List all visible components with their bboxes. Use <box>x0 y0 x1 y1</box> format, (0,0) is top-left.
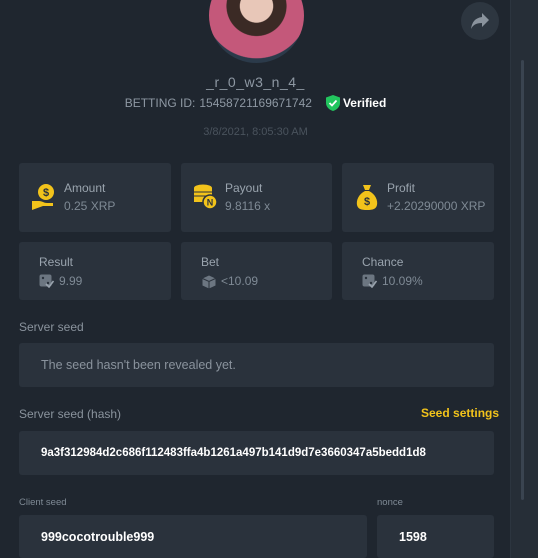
server-seed-label: Server seed <box>19 320 84 334</box>
coin-stack-icon: N <box>194 184 218 210</box>
result-label: Result <box>39 255 74 269</box>
nonce-label: nonce <box>377 497 403 508</box>
svg-text:N: N <box>207 198 214 208</box>
bet-datetime: 3/8/2021, 8:05:30 AM <box>203 126 308 138</box>
avatar <box>209 0 304 63</box>
coin-hand-icon: $ <box>32 184 54 210</box>
result-card: Result 9.99 <box>19 242 171 300</box>
username: _r_0_w3_n_4_ <box>206 74 305 90</box>
betting-id-value: 15458721169671742 <box>199 96 312 110</box>
client-seed-field[interactable]: 999cocotrouble999 <box>19 515 367 558</box>
scrollbar[interactable] <box>510 0 538 558</box>
amount-card: $ Amount 0.25 XRP <box>19 163 171 232</box>
payout-label: Payout <box>225 181 263 195</box>
amount-value: 0.25 XRP <box>64 199 116 213</box>
verified-label: Verified <box>342 96 387 110</box>
svg-text:$: $ <box>364 196 370 208</box>
share-icon <box>471 13 489 29</box>
nonce-field[interactable]: 1598 <box>377 515 494 558</box>
betting-id-row: BETTING ID: 15458721169671742 Verified <box>0 95 511 111</box>
amount-label: Amount <box>64 181 106 195</box>
chance-card: Chance 10.09% <box>342 242 494 300</box>
profit-card: $ Profit +2.20290000 XRP <box>342 163 494 232</box>
svg-text:$: $ <box>43 187 49 199</box>
bet-label: Bet <box>201 255 220 269</box>
dice-check-icon <box>39 274 54 288</box>
share-button[interactable] <box>461 2 499 40</box>
chance-label: Chance <box>362 255 404 269</box>
profit-value: +2.20290000 XRP <box>387 199 486 213</box>
cube-icon <box>202 275 216 289</box>
seed-settings-link[interactable]: Seed settings <box>421 406 499 420</box>
betting-id-label: BETTING ID: <box>124 96 196 110</box>
profit-label: Profit <box>387 181 416 195</box>
verified-shield-icon <box>325 95 340 111</box>
payout-card: N Payout 9.8116 x <box>181 163 332 232</box>
bet-card: Bet <10.09 <box>181 242 332 300</box>
payout-value: 9.8116 x <box>225 199 271 213</box>
server-seed-hash-field[interactable]: 9a3f312984d2c686f112483ffa4b1261a497b141… <box>19 431 494 475</box>
money-bag-icon: $ <box>356 185 378 210</box>
chance-value: 10.09% <box>382 274 423 288</box>
verified-badge: Verified <box>325 95 387 111</box>
dice-check-icon <box>362 274 377 288</box>
bet-value: <10.09 <box>221 274 259 288</box>
server-seed-hash-label: Server seed (hash) <box>19 407 122 421</box>
client-seed-label: Client seed <box>19 497 67 508</box>
result-value: 9.99 <box>59 274 83 288</box>
server-seed-field: The seed hasn't been revealed yet. <box>19 343 494 387</box>
bet-details-panel: _r_0_w3_n_4_ BETTING ID: 154587211696717… <box>0 0 538 558</box>
